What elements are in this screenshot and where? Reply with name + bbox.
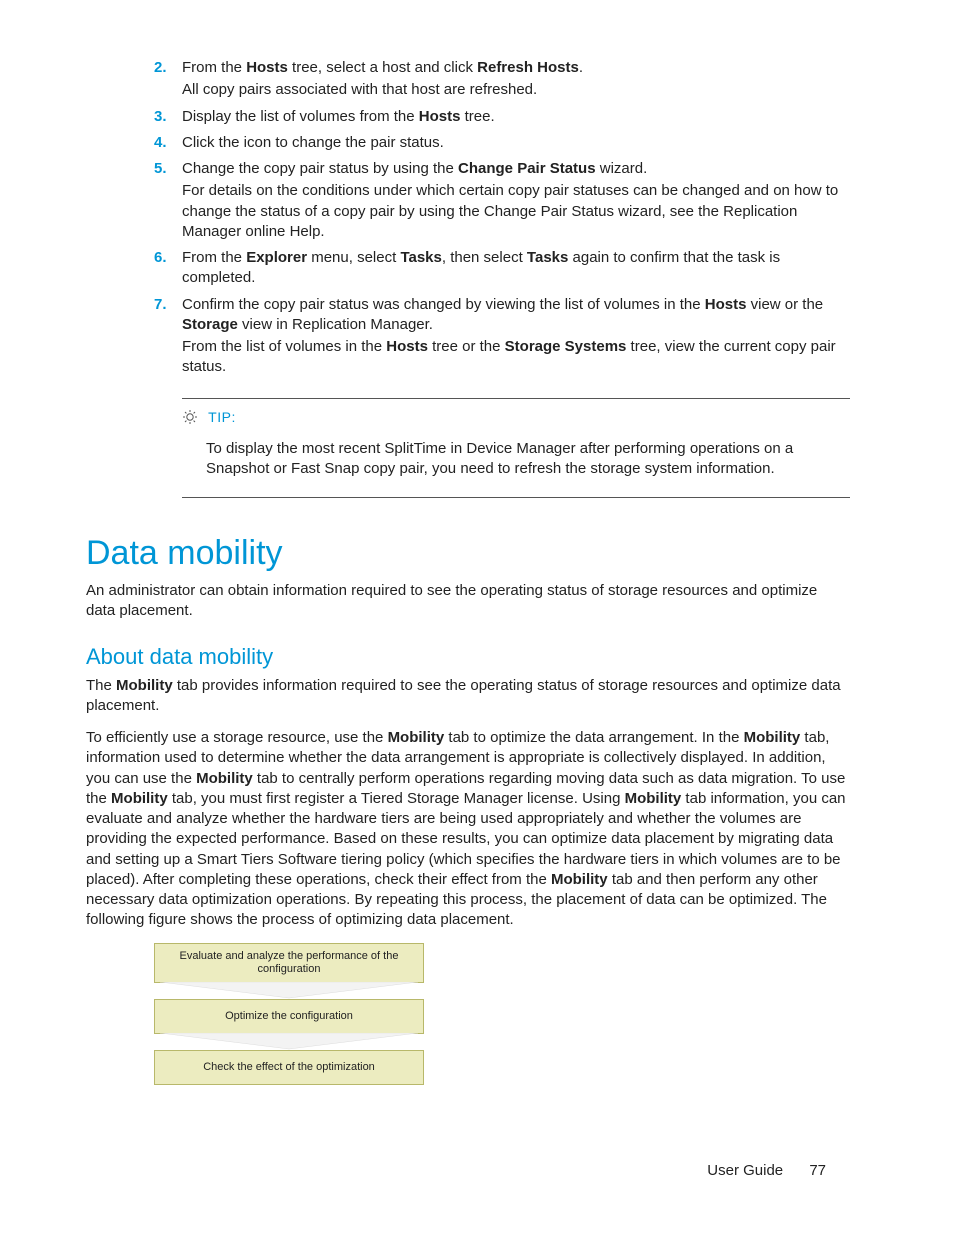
- step-detail: For details on the conditions under whic…: [182, 181, 850, 242]
- step-number: 6.: [154, 248, 167, 268]
- about-paragraph-1: The Mobility tab provides information re…: [86, 676, 850, 717]
- step-text: From the Explorer menu, select Tasks, th…: [182, 249, 780, 286]
- step-number: 3.: [154, 107, 167, 127]
- footer-label: User Guide: [707, 1162, 783, 1179]
- procedure-steps: 2. From the Hosts tree, select a host an…: [86, 58, 850, 378]
- page-footer: User Guide 77: [707, 1162, 826, 1179]
- step-7: 7. Confirm the copy pair status was chan…: [154, 295, 850, 378]
- tip-label: TIP:: [208, 409, 236, 425]
- step-3: 3. Display the list of volumes from the …: [154, 107, 850, 127]
- step-text: Click the icon to change the pair status…: [182, 134, 444, 151]
- step-number: 5.: [154, 159, 167, 179]
- step-text: From the Hosts tree, select a host and c…: [182, 59, 583, 76]
- step-text: Display the list of volumes from the Hos…: [182, 108, 495, 125]
- step-number: 2.: [154, 58, 167, 78]
- step-2: 2. From the Hosts tree, select a host an…: [154, 58, 850, 101]
- step-detail: All copy pairs associated with that host…: [182, 80, 850, 100]
- step-number: 4.: [154, 133, 167, 153]
- tip-callout: TIP: To display the most recent SplitTim…: [182, 398, 850, 499]
- lightbulb-icon: [182, 409, 198, 429]
- step-detail: From the list of volumes in the Hosts tr…: [182, 337, 850, 378]
- tip-body: To display the most recent SplitTime in …: [206, 439, 850, 480]
- flow-step-1: Evaluate and analyze the performance of …: [154, 943, 424, 983]
- step-text: Change the copy pair status by using the…: [182, 160, 647, 177]
- heading-about-data-mobility: About data mobility: [86, 644, 850, 670]
- tip-header: TIP:: [182, 409, 850, 429]
- flow-step-2: Optimize the configuration: [154, 999, 424, 1034]
- step-text: Confirm the copy pair status was changed…: [182, 296, 823, 333]
- flow-step-3: Check the effect of the optimization: [154, 1050, 424, 1085]
- step-number: 7.: [154, 295, 167, 315]
- process-flow-figure: Evaluate and analyze the performance of …: [154, 943, 424, 1086]
- page-number: 77: [809, 1162, 826, 1179]
- about-paragraph-2: To efficiently use a storage resource, u…: [86, 728, 850, 931]
- intro-paragraph: An administrator can obtain information …: [86, 581, 850, 622]
- step-6: 6. From the Explorer menu, select Tasks,…: [154, 248, 850, 289]
- step-5: 5. Change the copy pair status by using …: [154, 159, 850, 242]
- heading-data-mobility: Data mobility: [86, 534, 850, 573]
- step-4: 4. Click the icon to change the pair sta…: [154, 133, 850, 153]
